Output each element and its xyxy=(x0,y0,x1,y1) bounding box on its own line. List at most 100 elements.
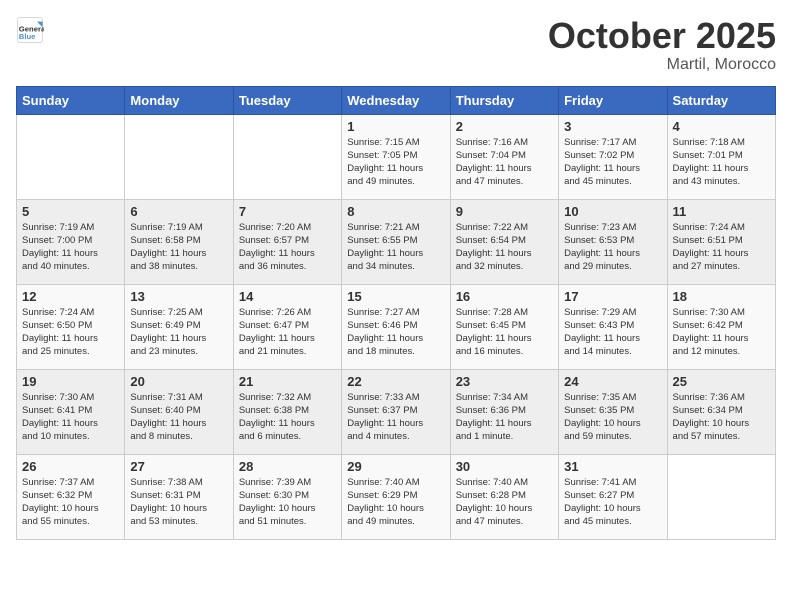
header-day: Tuesday xyxy=(233,86,341,114)
calendar-cell: 18 Sunrise: 7:30 AMSunset: 6:42 PMDayligh… xyxy=(667,284,775,369)
calendar-week-row: 12 Sunrise: 7:24 AMSunset: 6:50 PMDayligh… xyxy=(17,284,776,369)
calendar-cell: 16 Sunrise: 7:28 AMSunset: 6:45 PMDayligh… xyxy=(450,284,558,369)
day-info: Sunrise: 7:24 AMSunset: 6:51 PMDaylight:… xyxy=(673,221,770,274)
calendar-cell: 5Sunrise: 7:19 AMSunset: 7:00 PMDaylight… xyxy=(17,199,125,284)
calendar-cell xyxy=(125,114,233,199)
day-number: 31 xyxy=(564,459,661,474)
day-number: 9 xyxy=(456,204,553,219)
day-info: Sunrise: 7:37 AMSunset: 6:32 PMDaylight:… xyxy=(22,476,119,529)
calendar-cell: 14 Sunrise: 7:26 AMSunset: 6:47 PMDayligh… xyxy=(233,284,341,369)
logo-icon: General Blue xyxy=(16,16,44,44)
day-number: 22 xyxy=(347,374,444,389)
calendar-cell xyxy=(17,114,125,199)
calendar-cell: 2Sunrise: 7:16 AMSunset: 7:04 PMDaylight… xyxy=(450,114,558,199)
day-number: 15 xyxy=(347,289,444,304)
calendar-week-row: 1Sunrise: 7:15 AMSunset: 7:05 PMDaylight… xyxy=(17,114,776,199)
day-number: 17 xyxy=(564,289,661,304)
day-number: 29 xyxy=(347,459,444,474)
calendar-cell: 22 Sunrise: 7:33 AMSunset: 6:37 PMDayligh… xyxy=(342,369,450,454)
day-number: 30 xyxy=(456,459,553,474)
day-number: 24 xyxy=(564,374,661,389)
calendar-cell: 20 Sunrise: 7:31 AMSunset: 6:40 PMDayligh… xyxy=(125,369,233,454)
calendar-cell: 23 Sunrise: 7:34 AMSunset: 6:36 PMDayligh… xyxy=(450,369,558,454)
day-number: 23 xyxy=(456,374,553,389)
day-number: 10 xyxy=(564,204,661,219)
day-number: 13 xyxy=(130,289,227,304)
day-number: 19 xyxy=(22,374,119,389)
day-number: 27 xyxy=(130,459,227,474)
day-info: Sunrise: 7:22 AMSunset: 6:54 PMDaylight:… xyxy=(456,221,553,274)
calendar-cell: 25Sunrise: 7:36 AMSunset: 6:34 PMDayligh… xyxy=(667,369,775,454)
calendar-cell: 10 Sunrise: 7:23 AMSunset: 6:53 PMDayligh… xyxy=(559,199,667,284)
day-info: Sunrise: 7:20 AMSunset: 6:57 PMDaylight:… xyxy=(239,221,336,274)
day-info: Sunrise: 7:17 AMSunset: 7:02 PMDaylight:… xyxy=(564,136,661,189)
day-number: 14 xyxy=(239,289,336,304)
calendar-cell: 8 Sunrise: 7:21 AMSunset: 6:55 PMDaylight… xyxy=(342,199,450,284)
calendar-week-row: 5Sunrise: 7:19 AMSunset: 7:00 PMDaylight… xyxy=(17,199,776,284)
day-number: 2 xyxy=(456,119,553,134)
day-info: Sunrise: 7:23 AMSunset: 6:53 PMDaylight:… xyxy=(564,221,661,274)
calendar-cell: 11Sunrise: 7:24 AMSunset: 6:51 PMDayligh… xyxy=(667,199,775,284)
day-info: Sunrise: 7:32 AMSunset: 6:38 PMDaylight:… xyxy=(239,391,336,444)
day-info: Sunrise: 7:27 AMSunset: 6:46 PMDaylight:… xyxy=(347,306,444,359)
day-info: Sunrise: 7:28 AMSunset: 6:45 PMDaylight:… xyxy=(456,306,553,359)
calendar-cell: 31 Sunrise: 7:41 AMSunset: 6:27 PMDayligh… xyxy=(559,454,667,539)
day-number: 26 xyxy=(22,459,119,474)
calendar-cell: 1Sunrise: 7:15 AMSunset: 7:05 PMDaylight… xyxy=(342,114,450,199)
day-info: Sunrise: 7:19 AMSunset: 6:58 PMDaylight:… xyxy=(130,221,227,274)
day-info: Sunrise: 7:41 AMSunset: 6:27 PMDaylight:… xyxy=(564,476,661,529)
day-info: Sunrise: 7:25 AMSunset: 6:49 PMDaylight:… xyxy=(130,306,227,359)
day-number: 3 xyxy=(564,119,661,134)
day-number: 12 xyxy=(22,289,119,304)
day-number: 6 xyxy=(130,204,227,219)
calendar-table: SundayMondayTuesdayWednesdayThursdayFrid… xyxy=(16,86,776,540)
calendar-cell: 6 Sunrise: 7:19 AMSunset: 6:58 PMDaylight… xyxy=(125,199,233,284)
day-info: Sunrise: 7:18 AMSunset: 7:01 PMDaylight:… xyxy=(673,136,770,189)
calendar-cell: 7Sunrise: 7:20 AMSunset: 6:57 PMDaylight… xyxy=(233,199,341,284)
calendar-week-row: 19 Sunrise: 7:30 AMSunset: 6:41 PMDayligh… xyxy=(17,369,776,454)
day-info: Sunrise: 7:40 AMSunset: 6:29 PMDaylight:… xyxy=(347,476,444,529)
day-info: Sunrise: 7:30 AMSunset: 6:42 PMDaylight:… xyxy=(673,306,770,359)
day-info: Sunrise: 7:35 AMSunset: 6:35 PMDaylight:… xyxy=(564,391,661,444)
day-info: Sunrise: 7:21 AMSunset: 6:55 PMDaylight:… xyxy=(347,221,444,274)
header-day: Sunday xyxy=(17,86,125,114)
day-number: 25 xyxy=(673,374,770,389)
calendar-cell: 30 Sunrise: 7:40 AMSunset: 6:28 PMDayligh… xyxy=(450,454,558,539)
calendar-cell: 29 Sunrise: 7:40 AMSunset: 6:29 PMDayligh… xyxy=(342,454,450,539)
day-info: Sunrise: 7:38 AMSunset: 6:31 PMDaylight:… xyxy=(130,476,227,529)
day-info: Sunrise: 7:33 AMSunset: 6:37 PMDaylight:… xyxy=(347,391,444,444)
day-number: 8 xyxy=(347,204,444,219)
calendar-cell: 3 Sunrise: 7:17 AMSunset: 7:02 PMDaylight… xyxy=(559,114,667,199)
day-number: 18 xyxy=(673,289,770,304)
day-number: 16 xyxy=(456,289,553,304)
day-info: Sunrise: 7:26 AMSunset: 6:47 PMDaylight:… xyxy=(239,306,336,359)
day-number: 1 xyxy=(347,119,444,134)
day-number: 28 xyxy=(239,459,336,474)
calendar-cell xyxy=(233,114,341,199)
day-info: Sunrise: 7:29 AMSunset: 6:43 PMDaylight:… xyxy=(564,306,661,359)
day-info: Sunrise: 7:34 AMSunset: 6:36 PMDaylight:… xyxy=(456,391,553,444)
month-year: October 2025 xyxy=(548,16,776,56)
logo: General Blue xyxy=(16,16,44,44)
day-info: Sunrise: 7:40 AMSunset: 6:28 PMDaylight:… xyxy=(456,476,553,529)
day-number: 20 xyxy=(130,374,227,389)
header-day: Monday xyxy=(125,86,233,114)
day-info: Sunrise: 7:31 AMSunset: 6:40 PMDaylight:… xyxy=(130,391,227,444)
header-day: Wednesday xyxy=(342,86,450,114)
calendar-cell: 27 Sunrise: 7:38 AMSunset: 6:31 PMDayligh… xyxy=(125,454,233,539)
calendar-cell: 13 Sunrise: 7:25 AMSunset: 6:49 PMDayligh… xyxy=(125,284,233,369)
header-day: Thursday xyxy=(450,86,558,114)
calendar-cell: 26 Sunrise: 7:37 AMSunset: 6:32 PMDayligh… xyxy=(17,454,125,539)
calendar-cell: 9 Sunrise: 7:22 AMSunset: 6:54 PMDaylight… xyxy=(450,199,558,284)
day-number: 21 xyxy=(239,374,336,389)
location: Martil, Morocco xyxy=(548,56,776,74)
day-info: Sunrise: 7:24 AMSunset: 6:50 PMDaylight:… xyxy=(22,306,119,359)
calendar-cell: 12 Sunrise: 7:24 AMSunset: 6:50 PMDayligh… xyxy=(17,284,125,369)
month-title: October 2025 Martil, Morocco xyxy=(548,16,776,74)
day-info: Sunrise: 7:30 AMSunset: 6:41 PMDaylight:… xyxy=(22,391,119,444)
calendar-cell: 28Sunrise: 7:39 AMSunset: 6:30 PMDayligh… xyxy=(233,454,341,539)
header-day: Saturday xyxy=(667,86,775,114)
calendar-cell: 21 Sunrise: 7:32 AMSunset: 6:38 PMDayligh… xyxy=(233,369,341,454)
calendar-cell: 19 Sunrise: 7:30 AMSunset: 6:41 PMDayligh… xyxy=(17,369,125,454)
calendar-cell xyxy=(667,454,775,539)
